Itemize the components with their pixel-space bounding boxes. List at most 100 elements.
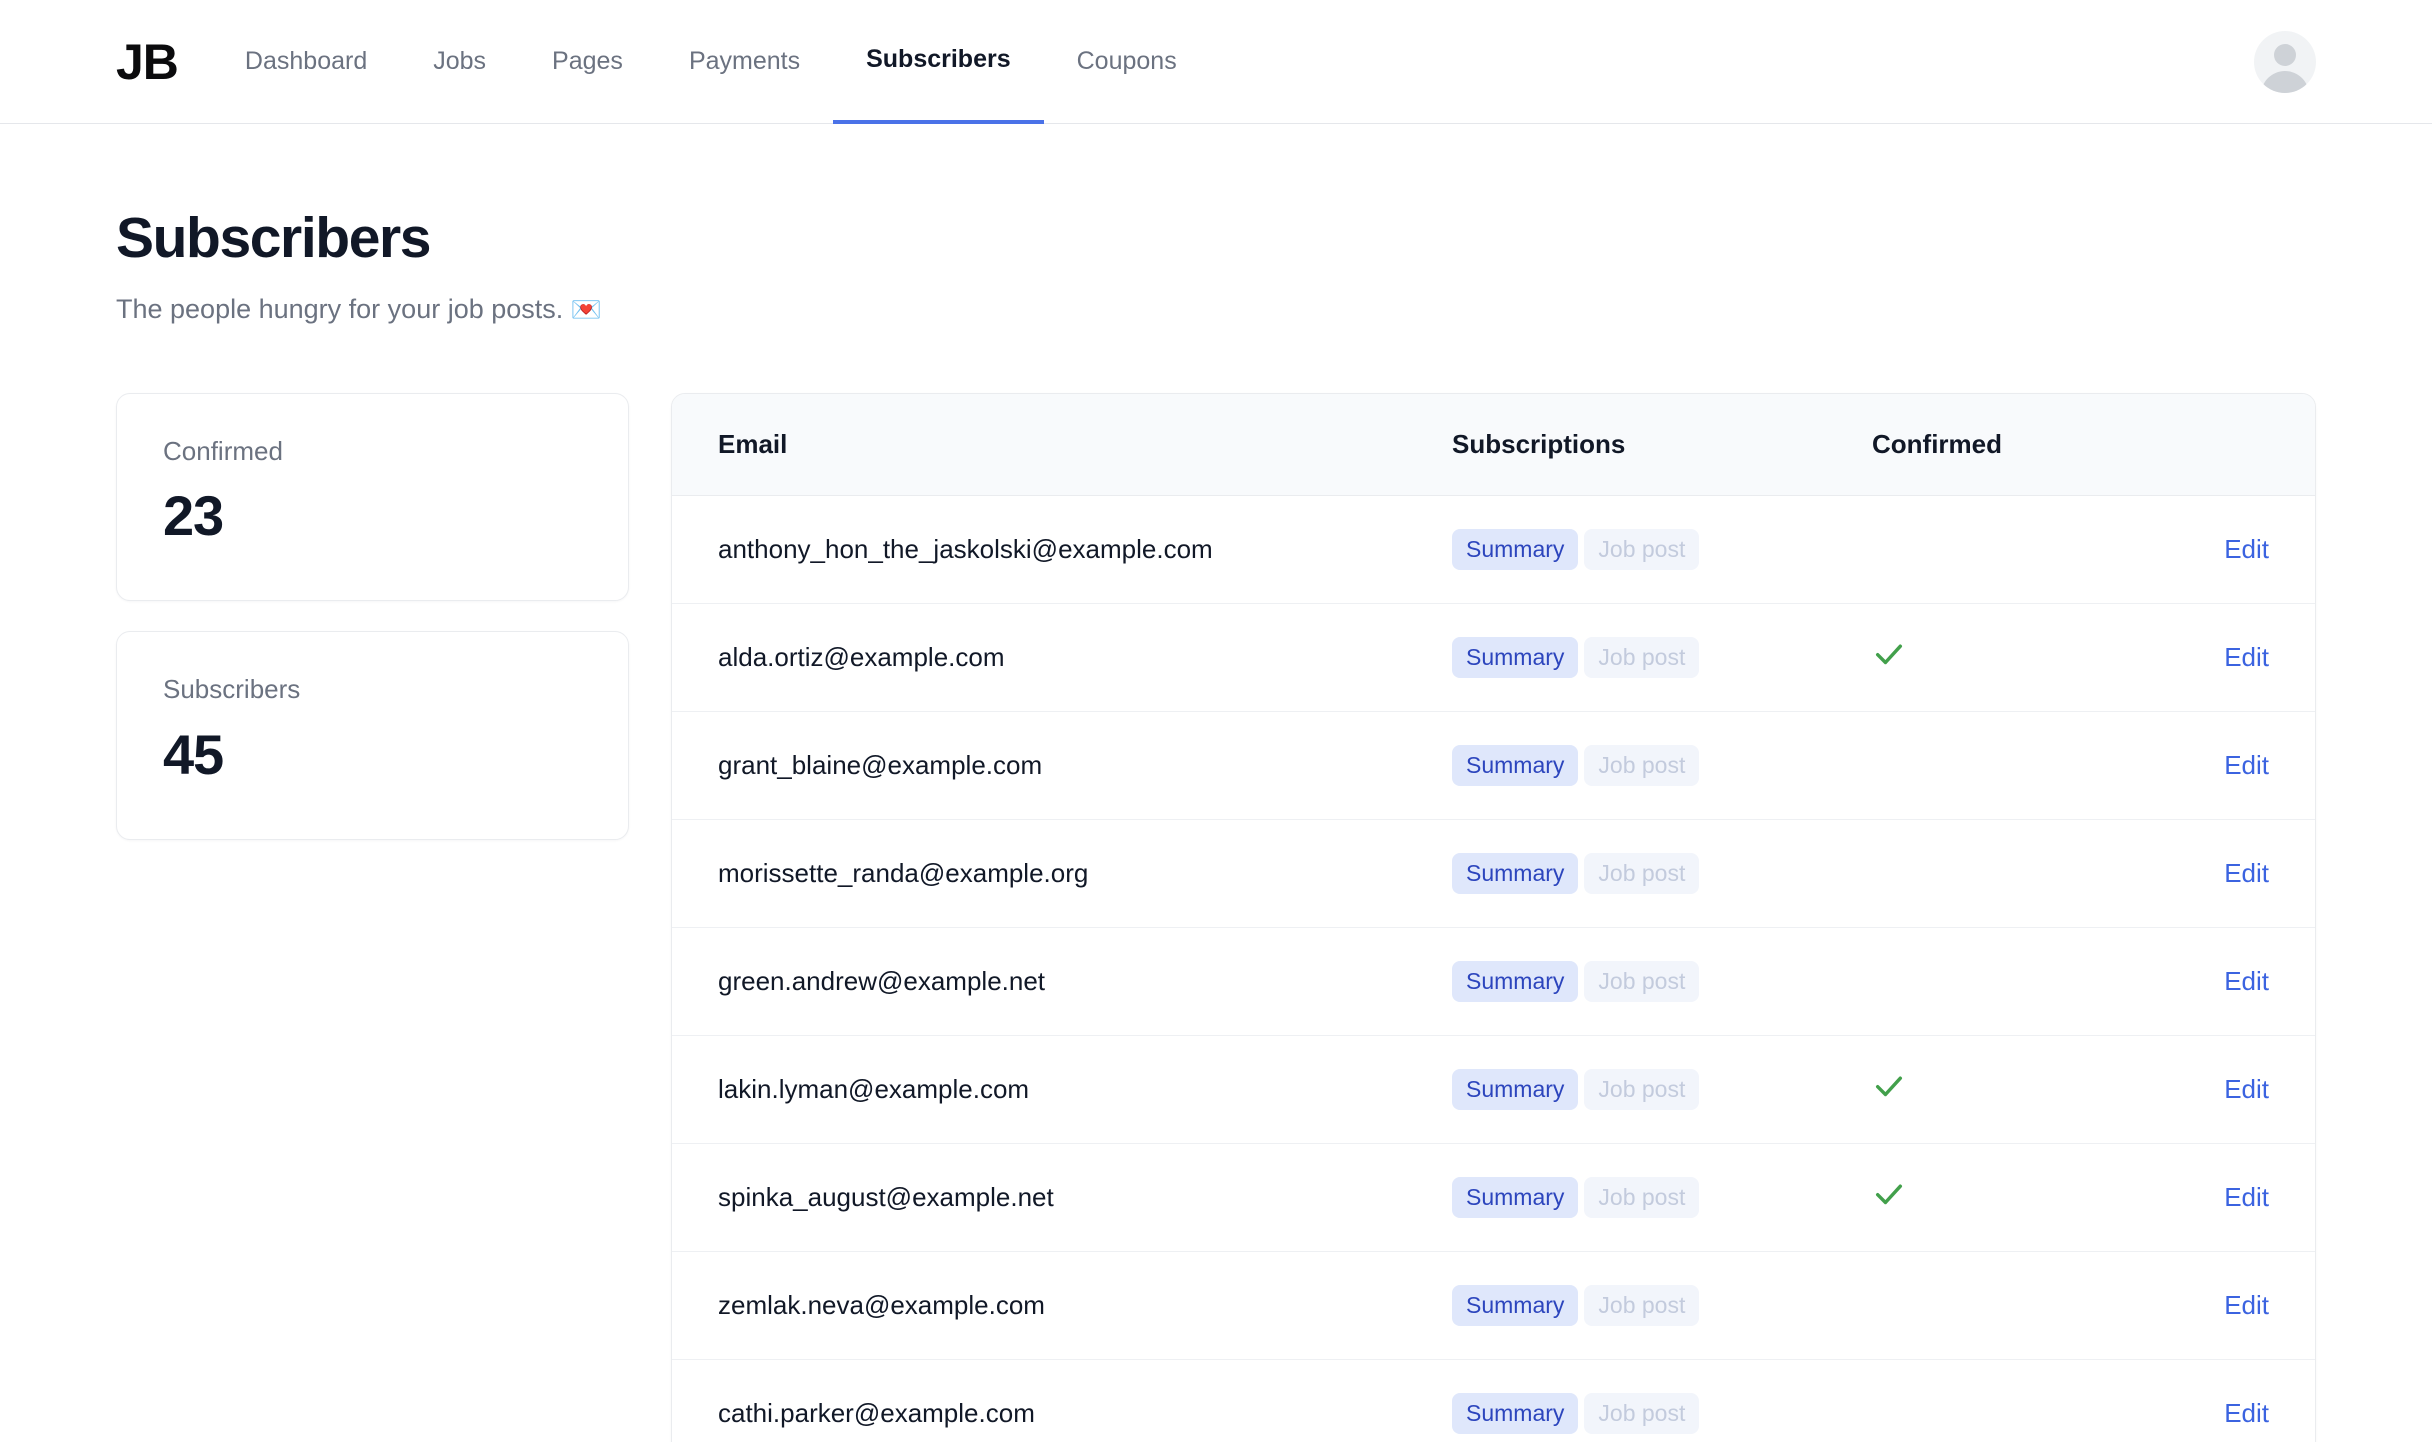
cell-confirmed <box>1872 1252 2162 1360</box>
page-subtitle: The people hungry for your job posts. 💌 <box>116 294 2316 325</box>
cell-confirmed <box>1872 1036 2162 1144</box>
badge-job-post[interactable]: Job post <box>1584 961 1699 1002</box>
badge-summary[interactable]: Summary <box>1452 1069 1578 1110</box>
badge-job-post[interactable]: Job post <box>1584 1069 1699 1110</box>
table-row: alda.ortiz@example.com SummaryJob post Edi… <box>672 604 2315 712</box>
green-check-icon <box>1872 637 1906 671</box>
brand-logo[interactable]: JB <box>116 37 178 87</box>
cell-email: lakin.lyman@example.com <box>672 1036 1452 1144</box>
subscriber-email: morissette_randa@example.org <box>718 858 1088 888</box>
top-navigation-bar: JB DashboardJobsPagesPaymentsSubscribers… <box>0 0 2432 124</box>
page-title: Subscribers <box>116 206 2316 272</box>
cell-subscriptions: SummaryJob post <box>1452 928 1872 1036</box>
subscriber-email: lakin.lyman@example.com <box>718 1074 1029 1104</box>
badge-summary[interactable]: Summary <box>1452 637 1578 678</box>
nav-item-subscribers[interactable]: Subscribers <box>833 0 1044 124</box>
cell-subscriptions: SummaryJob post <box>1452 1036 1872 1144</box>
subscriber-email: green.andrew@example.net <box>718 966 1045 996</box>
green-check-icon <box>1872 1177 1906 1211</box>
subscriber-email: grant_blaine@example.com <box>718 750 1042 780</box>
cell-subscriptions: SummaryJob post <box>1452 604 1872 712</box>
table-row: zemlak.neva@example.comSummaryJob postEd… <box>672 1252 2315 1360</box>
badge-job-post[interactable]: Job post <box>1584 1285 1699 1326</box>
subscription-badges: SummaryJob post <box>1452 1285 1872 1326</box>
edit-link[interactable]: Edit <box>2224 534 2315 565</box>
page-subtitle-text: The people hungry for your job posts. <box>116 294 563 324</box>
cell-confirmed <box>1872 604 2162 712</box>
edit-link[interactable]: Edit <box>2224 1182 2315 1213</box>
badge-summary[interactable]: Summary <box>1452 853 1578 894</box>
edit-link[interactable]: Edit <box>2224 750 2315 781</box>
cell-subscriptions: SummaryJob post <box>1452 496 1872 604</box>
cell-confirmed <box>1872 928 2162 1036</box>
nav-item-jobs[interactable]: Jobs <box>400 0 519 124</box>
subscription-badges: SummaryJob post <box>1452 745 1872 786</box>
badge-summary[interactable]: Summary <box>1452 1285 1578 1326</box>
edit-link[interactable]: Edit <box>2224 1398 2315 1429</box>
cell-subscriptions: SummaryJob post <box>1452 820 1872 928</box>
badge-summary[interactable]: Summary <box>1452 1177 1578 1218</box>
main-nav: DashboardJobsPagesPaymentsSubscribersCou… <box>212 0 1210 124</box>
cell-email: alda.ortiz@example.com <box>672 604 1452 712</box>
cell-confirmed <box>1872 1144 2162 1252</box>
badge-job-post[interactable]: Job post <box>1584 745 1699 786</box>
edit-link[interactable]: Edit <box>2224 1290 2315 1321</box>
cell-confirmed <box>1872 820 2162 928</box>
subscriber-email: anthony_hon_the_jaskolski@example.com <box>718 534 1213 564</box>
column-header-email[interactable]: Email <box>672 394 1452 496</box>
column-header-actions <box>2162 394 2315 496</box>
badge-job-post[interactable]: Job post <box>1584 529 1699 570</box>
cell-actions: Edit <box>2162 1036 2315 1144</box>
subscription-badges: SummaryJob post <box>1452 961 1872 1002</box>
badge-summary[interactable]: Summary <box>1452 529 1578 570</box>
nav-item-pages[interactable]: Pages <box>519 0 656 124</box>
cell-actions: Edit <box>2162 928 2315 1036</box>
subscription-badges: SummaryJob post <box>1452 529 1872 570</box>
table-row: cathi.parker@example.com SummaryJob post E… <box>672 1360 2315 1442</box>
table-row: anthony_hon_the_jaskolski@example.com Sum… <box>672 496 2315 604</box>
user-avatar-icon[interactable] <box>2254 31 2316 93</box>
cell-actions: Edit <box>2162 820 2315 928</box>
cell-confirmed <box>1872 496 2162 604</box>
cell-subscriptions: SummaryJob post <box>1452 712 1872 820</box>
column-header-confirmed[interactable]: Confirmed <box>1872 394 2162 496</box>
subscriber-email: alda.ortiz@example.com <box>718 642 1005 672</box>
badge-summary[interactable]: Summary <box>1452 745 1578 786</box>
nav-item-dashboard[interactable]: Dashboard <box>212 0 400 124</box>
edit-link[interactable]: Edit <box>2224 858 2315 889</box>
stat-card-value: 45 <box>163 724 582 786</box>
cell-actions: Edit <box>2162 1144 2315 1252</box>
cell-actions: Edit <box>2162 604 2315 712</box>
column-header-subscriptions[interactable]: Subscriptions <box>1452 394 1872 496</box>
nav-item-coupons[interactable]: Coupons <box>1044 0 1210 124</box>
cell-actions: Edit <box>2162 1360 2315 1442</box>
badge-job-post[interactable]: Job post <box>1584 637 1699 678</box>
badge-job-post[interactable]: Job post <box>1584 1393 1699 1434</box>
edit-link[interactable]: Edit <box>2224 1074 2315 1105</box>
cell-confirmed <box>1872 1360 2162 1442</box>
edit-link[interactable]: Edit <box>2224 966 2315 997</box>
cell-email: anthony_hon_the_jaskolski@example.com <box>672 496 1452 604</box>
edit-link[interactable]: Edit <box>2224 642 2315 673</box>
stat-card-value: 23 <box>163 485 582 547</box>
table-header-row: Email Subscriptions Confirmed <box>672 394 2315 496</box>
subscriber-email: cathi.parker@example.com <box>718 1398 1035 1428</box>
cell-actions: Edit <box>2162 1252 2315 1360</box>
stats-column: Confirmed23Subscribers45 <box>116 393 629 841</box>
subscription-badges: SummaryJob post <box>1452 1069 1872 1110</box>
table-row: green.andrew@example.net SummaryJob post E… <box>672 928 2315 1036</box>
nav-item-payments[interactable]: Payments <box>656 0 833 124</box>
badge-job-post[interactable]: Job post <box>1584 1177 1699 1218</box>
table-body: anthony_hon_the_jaskolski@example.com Sum… <box>672 496 2315 1442</box>
subscribers-table: Email Subscriptions Confirmed anthony_ho… <box>672 394 2315 1442</box>
stat-card-confirmed: Confirmed23 <box>116 393 629 602</box>
badge-summary[interactable]: Summary <box>1452 1393 1578 1434</box>
cell-email: spinka_august@example.net <box>672 1144 1452 1252</box>
table-header: Email Subscriptions Confirmed <box>672 394 2315 496</box>
badge-summary[interactable]: Summary <box>1452 961 1578 1002</box>
badge-job-post[interactable]: Job post <box>1584 853 1699 894</box>
table-row: morissette_randa@example.org SummaryJob p… <box>672 820 2315 928</box>
love-letter-emoji-icon: 💌 <box>571 296 602 324</box>
subscription-badges: SummaryJob post <box>1452 1393 1872 1434</box>
page-content: Subscribers The people hungry for your j… <box>0 206 2432 1442</box>
